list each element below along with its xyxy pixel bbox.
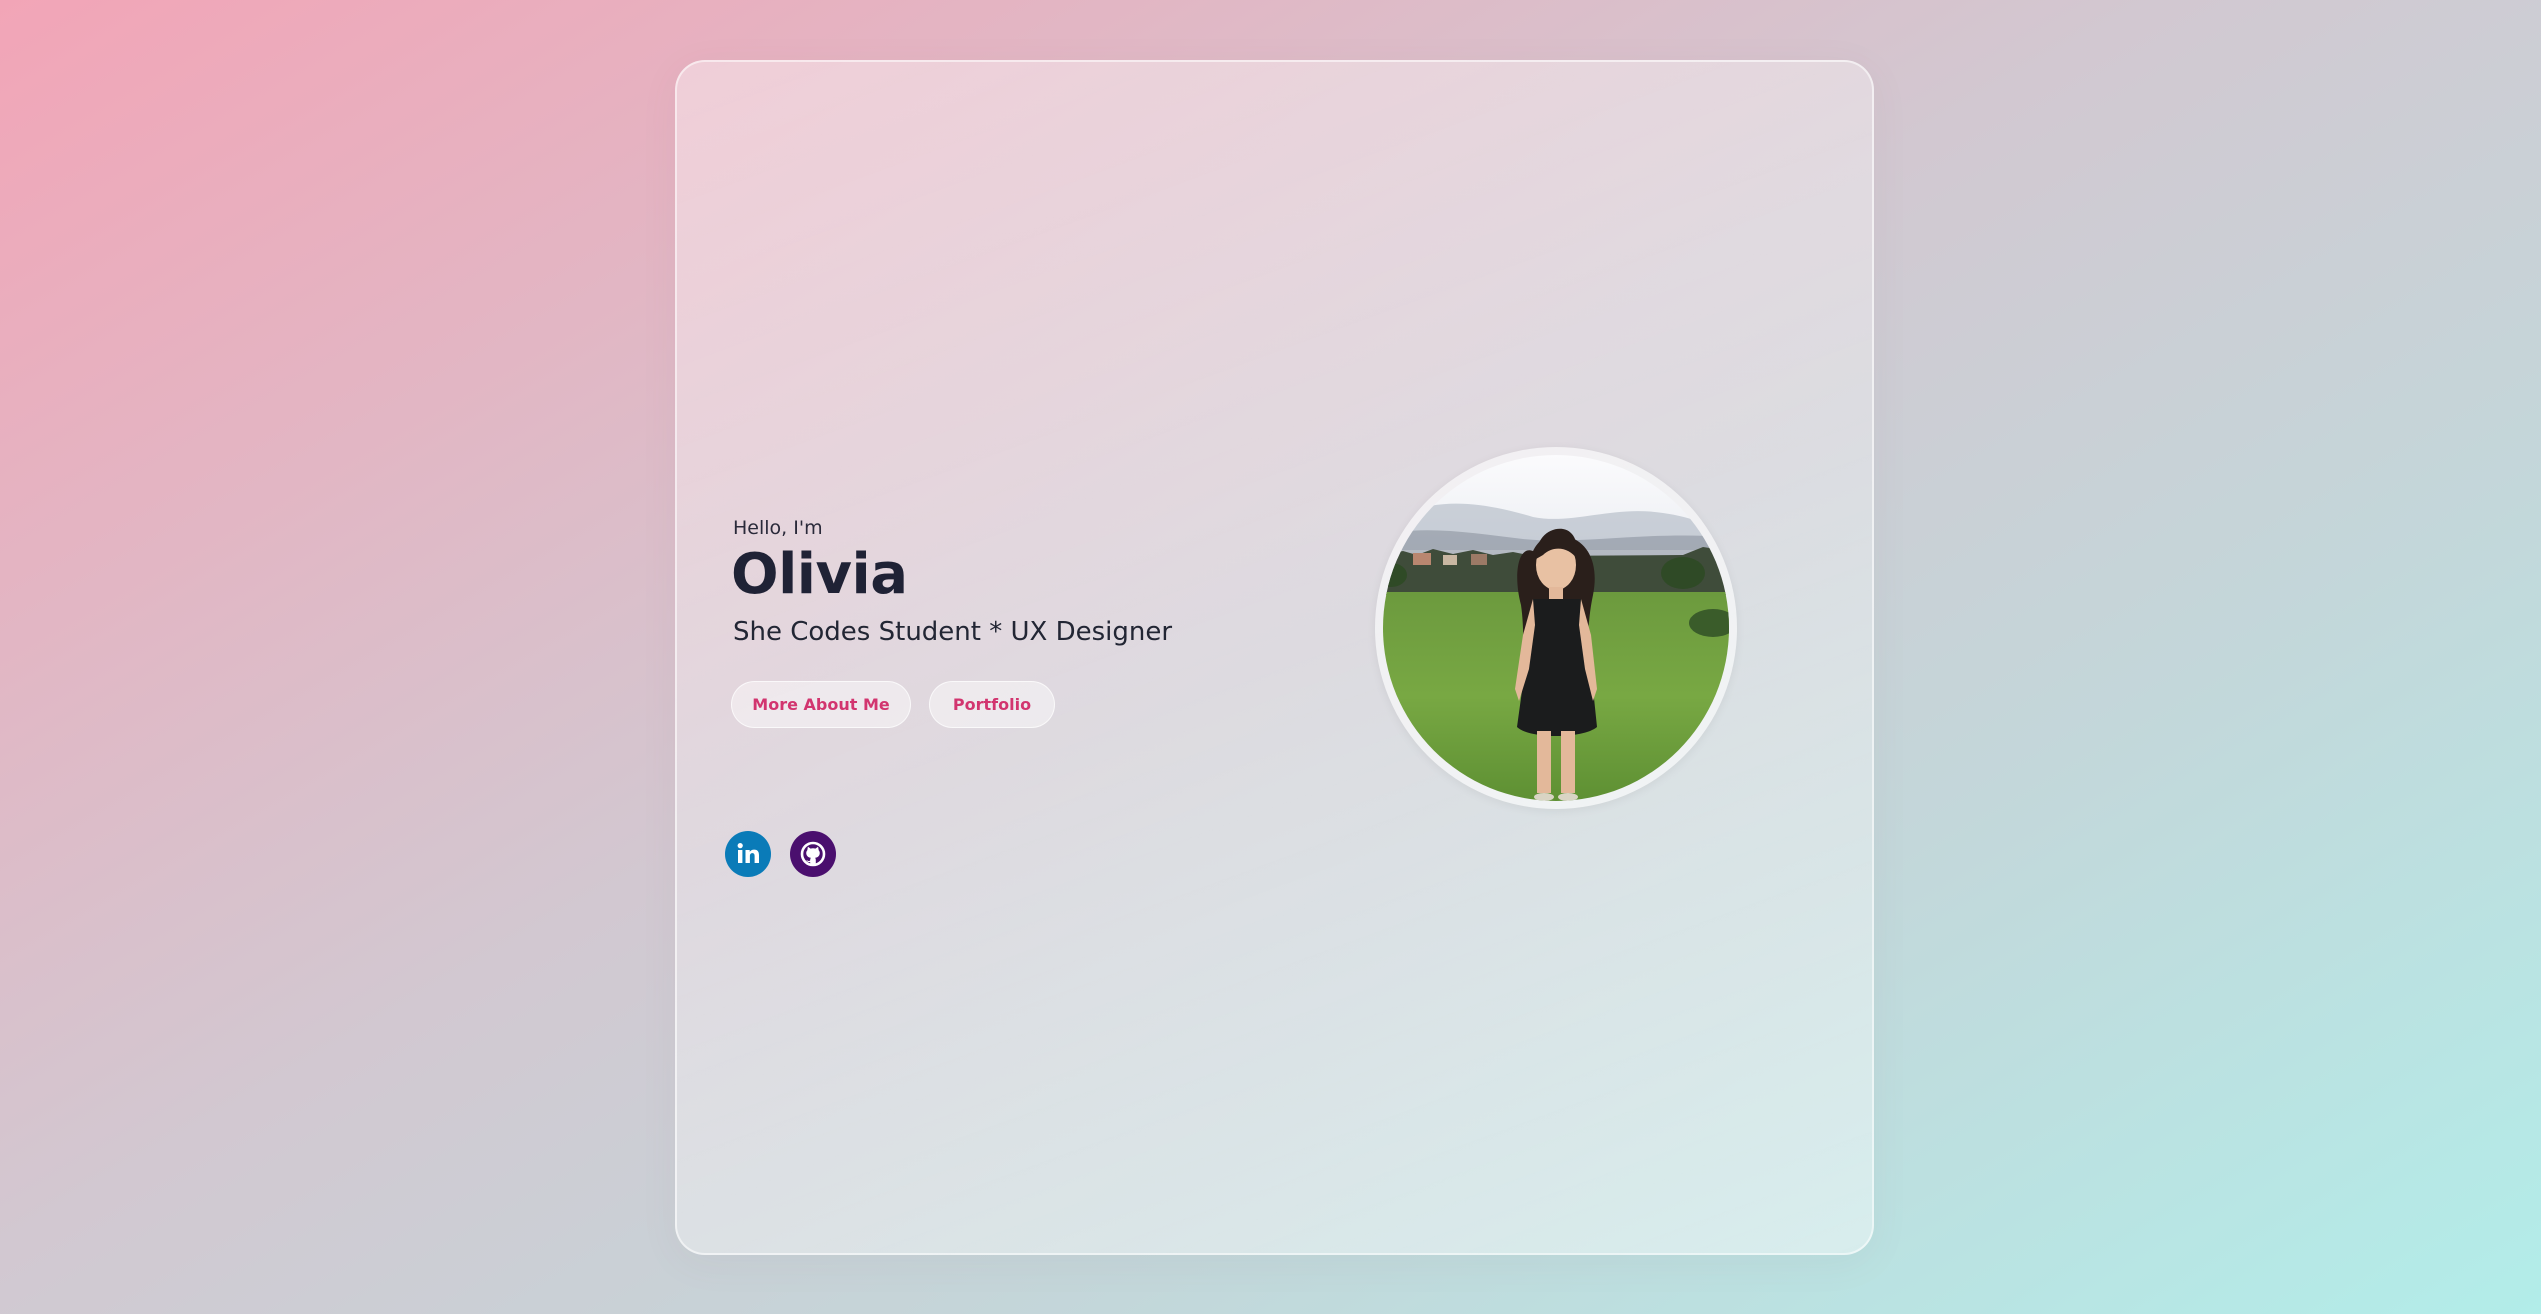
profile-photo-frame <box>1375 447 1737 809</box>
more-about-me-button[interactable]: More About Me <box>731 681 911 728</box>
greeting-text: Hello, I'm <box>733 517 823 539</box>
profile-card: Hello, I'm Olivia She Codes Student * UX… <box>675 60 1874 1255</box>
github-icon <box>800 841 826 867</box>
profile-photo <box>1383 455 1729 801</box>
github-link[interactable] <box>790 831 836 877</box>
linkedin-link[interactable] <box>725 831 771 877</box>
portfolio-button[interactable]: Portfolio <box>929 681 1055 728</box>
profile-tagline: She Codes Student * UX Designer <box>733 617 1173 647</box>
linkedin-icon <box>737 843 759 863</box>
profile-name: Olivia <box>731 542 908 607</box>
